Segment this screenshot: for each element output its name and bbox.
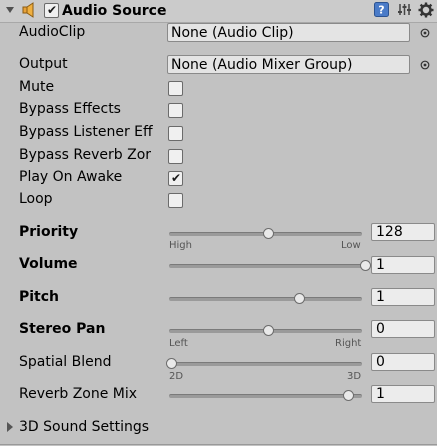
- stereo-pan-label: Stereo Pan: [19, 321, 106, 337]
- check-icon: ✔: [47, 3, 58, 17]
- priority-slider-thumb[interactable]: [263, 228, 274, 239]
- bypass-listener-effects-label: Bypass Listener Eff: [19, 124, 153, 140]
- stereo-pan-value: 0: [376, 321, 385, 337]
- bypass-reverb-zones-checkbox[interactable]: [168, 149, 183, 164]
- stereo-pan-slider-thumb[interactable]: [263, 325, 274, 336]
- output-value: None (Audio Mixer Group): [171, 57, 353, 73]
- priority-value: 128: [376, 224, 403, 240]
- stereo-pan-min-label: Left: [169, 338, 188, 349]
- help-icon[interactable]: ?: [374, 2, 389, 17]
- audio-clip-value: None (Audio Clip): [171, 25, 294, 41]
- bypass-reverb-zones-label: Bypass Reverb Zor: [19, 147, 152, 163]
- component-title: Audio Source: [62, 3, 167, 19]
- bypass-effects-checkbox[interactable]: [168, 103, 183, 118]
- stereo-pan-max-label: Right: [335, 338, 362, 349]
- foldout-arrow-icon[interactable]: [7, 422, 13, 432]
- component-header: ✔ Audio Source ?: [0, 0, 437, 23]
- pitch-label: Pitch: [19, 289, 60, 305]
- check-icon: ✔: [171, 171, 182, 185]
- play-on-awake-label: Play On Awake: [19, 169, 123, 185]
- volume-value-field[interactable]: 1: [371, 256, 435, 274]
- priority-value-field[interactable]: 128: [371, 223, 435, 241]
- object-picker-icon[interactable]: [420, 28, 430, 38]
- reverb-zone-mix-slider-track[interactable]: [169, 394, 362, 398]
- spatial-blend-min-label: 2D: [169, 371, 184, 382]
- pitch-slider-track[interactable]: [169, 297, 362, 301]
- reverb-zone-mix-value: 1: [376, 386, 385, 402]
- loop-label: Loop: [19, 191, 53, 207]
- spatial-blend-slider-track[interactable]: [169, 362, 362, 366]
- priority-max-label: Low: [341, 240, 361, 251]
- divider: [0, 444, 437, 445]
- spatial-blend-value: 0: [376, 354, 385, 370]
- audio-source-icon: [22, 2, 34, 18]
- play-on-awake-checkbox[interactable]: ✔: [168, 171, 183, 186]
- volume-slider-thumb[interactable]: [360, 260, 371, 271]
- mute-label: Mute: [19, 79, 55, 95]
- priority-min-label: High: [169, 240, 192, 251]
- volume-slider-track[interactable]: [169, 264, 362, 268]
- pitch-value-field[interactable]: 1: [371, 288, 435, 306]
- bypass-listener-effects-checkbox[interactable]: [168, 126, 183, 141]
- gear-icon[interactable]: [418, 2, 434, 18]
- preset-icon[interactable]: [397, 2, 412, 17]
- 3d-sound-settings-foldout[interactable]: 3D Sound Settings: [19, 418, 149, 436]
- component-enabled-checkbox[interactable]: ✔: [44, 3, 59, 18]
- mute-checkbox[interactable]: [168, 81, 183, 96]
- audio-clip-field[interactable]: None (Audio Clip): [167, 23, 410, 42]
- spatial-blend-slider-thumb[interactable]: [166, 358, 177, 369]
- pitch-value: 1: [376, 289, 385, 305]
- stereo-pan-value-field[interactable]: 0: [371, 320, 435, 338]
- foldout-arrow-icon[interactable]: [6, 7, 14, 13]
- reverb-zone-mix-value-field[interactable]: 1: [371, 385, 435, 403]
- output-field[interactable]: None (Audio Mixer Group): [167, 55, 410, 74]
- audio-clip-label: AudioClip: [19, 24, 86, 40]
- volume-value: 1: [376, 257, 385, 273]
- loop-checkbox[interactable]: [168, 193, 183, 208]
- output-label: Output: [19, 56, 68, 72]
- bypass-effects-label: Bypass Effects: [19, 101, 121, 117]
- volume-label: Volume: [19, 256, 78, 272]
- object-picker-icon[interactable]: [420, 60, 430, 70]
- spatial-blend-max-label: 3D: [347, 371, 362, 382]
- spatial-blend-label: Spatial Blend: [19, 354, 112, 370]
- priority-label: Priority: [19, 224, 79, 240]
- spatial-blend-value-field[interactable]: 0: [371, 353, 435, 371]
- reverb-zone-mix-slider-thumb[interactable]: [342, 390, 354, 401]
- reverb-zone-mix-label: Reverb Zone Mix: [19, 386, 138, 402]
- pitch-slider-thumb[interactable]: [294, 293, 306, 304]
- svg-text:?: ?: [378, 4, 384, 17]
